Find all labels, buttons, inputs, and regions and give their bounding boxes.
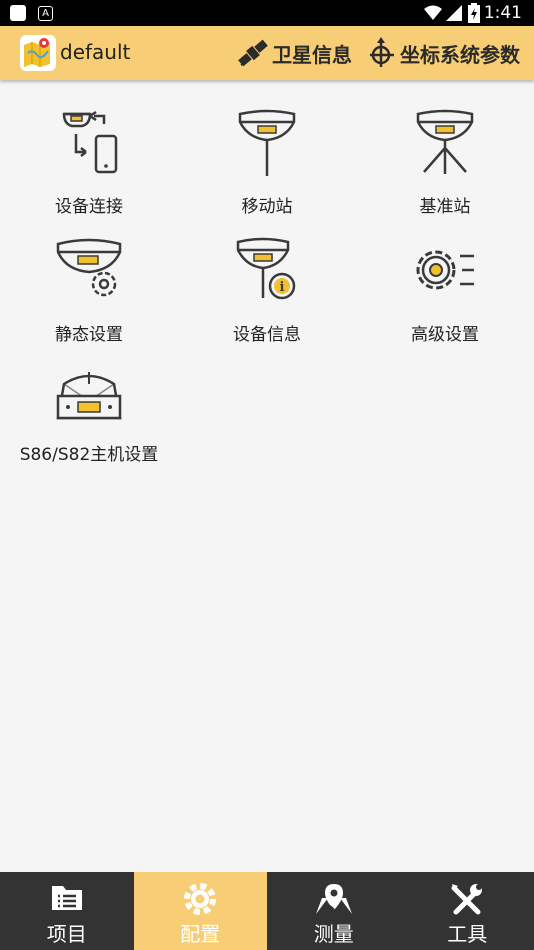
rover-label: 移动站 (241, 197, 293, 217)
tab-config[interactable]: 配置 (133, 872, 267, 950)
satellite-info-label: 卫星信息 (272, 42, 352, 67)
wifi-icon (424, 5, 442, 20)
tab-project[interactable]: 项目 (0, 872, 134, 950)
advanced-settings-item[interactable]: 高级设置 (356, 236, 534, 345)
map-pin-icon (315, 884, 352, 914)
device-connect-label: 设备连接 (55, 197, 123, 217)
tab-config-label: 配置 (180, 922, 221, 946)
status-bar: A 1:41 (0, 0, 534, 26)
svg-text:i: i (280, 280, 285, 295)
static-settings-icon (56, 238, 122, 297)
satellite-icon (238, 39, 268, 67)
satellite-info-button[interactable]: 卫星信息 (236, 37, 352, 69)
base-station-icon (416, 109, 474, 174)
device-info-item[interactable]: i 设备信息 (178, 236, 356, 345)
coordinate-icon (370, 37, 394, 67)
rover-item[interactable]: 移动站 (178, 108, 356, 217)
signal-icon (446, 5, 462, 21)
project-list-icon (51, 886, 82, 910)
tools-icon (451, 884, 483, 915)
tab-tools[interactable]: 工具 (401, 872, 534, 950)
tab-project-label: 项目 (46, 922, 87, 946)
project-title: default (60, 40, 131, 64)
host-settings-label: S86/S82主机设置 (19, 445, 159, 465)
coordinate-params-button[interactable]: 坐标系统参数 (368, 37, 520, 69)
coordinate-params-label: 坐标系统参数 (400, 42, 520, 67)
advanced-settings-icon (416, 250, 474, 290)
gear-icon (184, 883, 217, 915)
device-info-label: 设备信息 (233, 325, 301, 345)
status-time: 1:41 (483, 3, 522, 23)
app-logo-icon[interactable] (20, 35, 56, 71)
base-station-label: 基准站 (419, 197, 471, 217)
battery-icon (468, 3, 480, 23)
bottom-nav: 项目 配置 测量 工具 (0, 872, 534, 950)
device-info-icon: i (236, 237, 296, 300)
notification-icon (10, 5, 26, 21)
host-receiver-icon (56, 372, 122, 420)
static-settings-item[interactable]: 静态设置 (0, 236, 178, 345)
host-settings-item[interactable]: S86/S82主机设置 (0, 366, 178, 465)
tab-survey[interactable]: 测量 (267, 872, 401, 950)
device-connect-icon (62, 110, 118, 174)
app-bar: default 卫星信息 坐标系统参数 (0, 26, 534, 80)
base-station-item[interactable]: 基准站 (356, 108, 534, 217)
text-notification-icon: A (38, 6, 53, 21)
tab-tools-label: 工具 (447, 922, 488, 946)
device-connect-item[interactable]: 设备连接 (0, 108, 178, 217)
rover-receiver-icon (238, 109, 296, 176)
advanced-settings-label: 高级设置 (411, 325, 479, 345)
static-settings-label: 静态设置 (55, 325, 123, 345)
tab-survey-label: 测量 (313, 922, 354, 946)
